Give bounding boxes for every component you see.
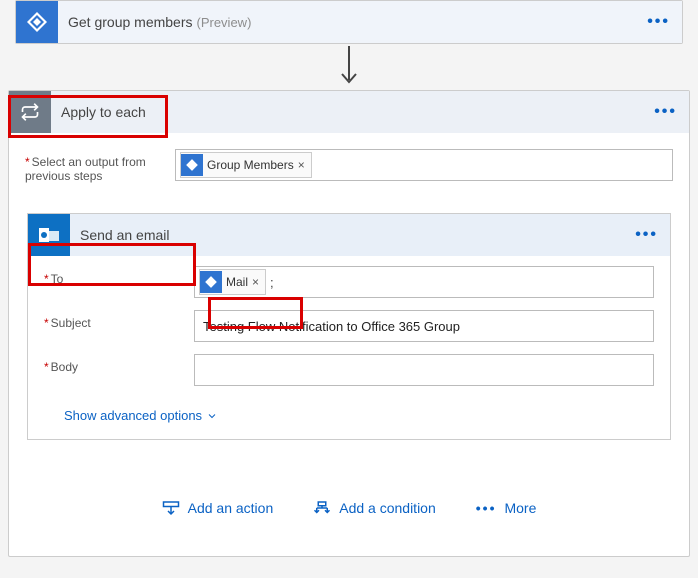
chevron-down-icon [206, 410, 218, 422]
azure-ad-icon [200, 271, 222, 293]
add-condition-button[interactable]: Add a condition [313, 500, 436, 516]
more-button[interactable]: ••• More [476, 500, 537, 516]
token-group-members[interactable]: Group Members × [180, 152, 312, 178]
email-title-text: Send an email [80, 227, 170, 243]
outlook-icon [28, 214, 70, 256]
add-action-icon [162, 500, 180, 516]
subject-label: *Subject [44, 310, 194, 330]
token-mail[interactable]: Mail × [199, 269, 266, 295]
azure-ad-icon [16, 1, 58, 43]
subject-input[interactable] [194, 310, 654, 342]
email-step-header[interactable]: Send an email ••• [28, 214, 670, 256]
get-group-members-step: Get group members (Preview) ••• [15, 0, 683, 44]
apply-to-each-step: Apply to each ••• *Select an output from… [8, 90, 690, 557]
token-label: Mail [226, 275, 248, 289]
select-output-field[interactable]: Group Members × [175, 149, 673, 181]
to-suffix: ; [270, 275, 274, 290]
to-field[interactable]: Mail × ; [194, 266, 654, 298]
to-label: *To [44, 266, 194, 286]
azure-ad-icon [181, 154, 203, 176]
body-label: *Body [44, 354, 194, 374]
step-menu-button[interactable]: ••• [647, 13, 670, 31]
apply-step-header[interactable]: Apply to each ••• [9, 91, 689, 133]
email-menu-button[interactable]: ••• [635, 226, 658, 244]
token-label: Group Members [207, 158, 294, 172]
body-input[interactable] [194, 354, 654, 386]
loop-icon [9, 91, 51, 133]
send-email-step: Send an email ••• *To Mail × ; [27, 213, 671, 440]
remove-token-button[interactable]: × [248, 275, 263, 289]
remove-token-button[interactable]: × [294, 158, 309, 172]
show-advanced-link[interactable]: Show advanced options [64, 408, 218, 423]
select-output-label: *Select an output from previous steps [25, 149, 175, 183]
apply-menu-button[interactable]: ••• [654, 103, 677, 121]
step-title-text: Get group members [68, 14, 193, 30]
add-action-button[interactable]: Add an action [162, 500, 274, 516]
preview-label: (Preview) [197, 15, 252, 30]
step-header[interactable]: Get group members (Preview) ••• [16, 1, 682, 43]
apply-title-text: Apply to each [61, 104, 146, 120]
more-icon: ••• [476, 500, 497, 516]
add-condition-icon [313, 500, 331, 516]
connector-arrow [0, 44, 698, 90]
